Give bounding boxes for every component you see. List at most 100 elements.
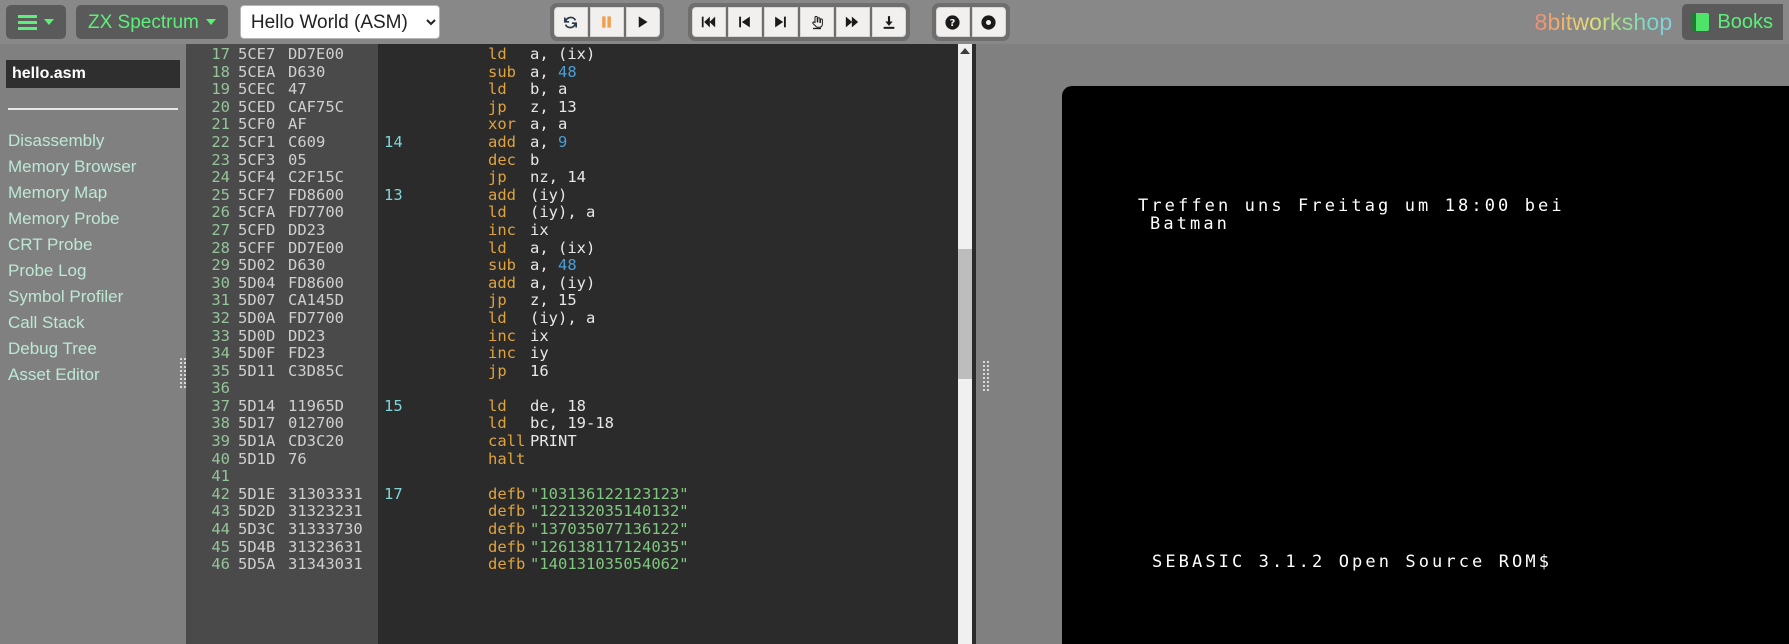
code-operands: b, a (530, 80, 568, 99)
code-line[interactable]: 39 5D1A CD3C20 call PRINT (196, 432, 689, 451)
code-line[interactable]: 27 5CFD DD23 inc ix (196, 220, 689, 240)
code-line[interactable]: 23 5CF3 05 dec b (196, 151, 689, 170)
code-line[interactable]: 33 5D0D DD23 inc ix (196, 327, 689, 346)
grip-dot (983, 377, 985, 379)
code-line[interactable]: 29 5D02 D630 sub a, 48 (196, 256, 689, 275)
code-line[interactable]: 35 5D11 C3D85C jp 16 (196, 361, 689, 381)
code-bytes: C3D85C (288, 361, 344, 380)
code-operands (522, 451, 530, 469)
code-operands: PRINT (530, 432, 577, 451)
scroll-up-arrow-icon[interactable] (960, 48, 970, 54)
code-line[interactable]: 24 5CF4 C2F15C jp nz, 14 (196, 169, 689, 187)
code-line-number: 35 (211, 361, 230, 380)
code-bytes: 47 (288, 80, 307, 99)
editor-scrollbar[interactable] (958, 44, 972, 644)
sidebar-item-memory-browser[interactable]: Memory Browser (4, 154, 182, 180)
code-address: 5D4B (238, 537, 276, 556)
emulator-text-line-3: SEBASIC 3.1.2 Open Source ROM$ (1152, 552, 1553, 572)
sidebar-item-symbol-profiler[interactable]: Symbol Profiler (4, 284, 182, 310)
code-line[interactable]: 44 5D3C 31333730 defb "137035077136122" (196, 520, 688, 539)
main-menu-button[interactable] (6, 5, 66, 39)
code-line[interactable]: 46 5D5A 31343031 defb "140131035054062" (196, 555, 688, 574)
grip-dot (987, 385, 989, 387)
download-button[interactable] (871, 7, 906, 37)
code-line[interactable]: 40 5D1D 76 halt (196, 450, 689, 469)
code-line[interactable]: 38 5D17 012700 ld bc, 19-18 (196, 415, 689, 433)
code-operands (522, 468, 530, 486)
code-line[interactable]: 31 5D07 CA145D jp z, 15 (196, 292, 689, 310)
grip-dot (184, 370, 186, 372)
code-line[interactable]: 26 5CFA FD7700 ld (iy), a (196, 204, 689, 222)
code-label: 14 (384, 132, 403, 151)
code-operands: iy (530, 344, 549, 363)
sidebar-item-memory-map[interactable]: Memory Map (4, 180, 182, 206)
code-label (376, 275, 480, 293)
code-line[interactable]: 22 5CF1 C609 14 add a, 9 (196, 132, 689, 152)
books-button[interactable]: Books (1682, 4, 1783, 40)
code-line[interactable]: 21 5CF0 AF xor a, a (196, 116, 689, 134)
code-address: 5CFD (238, 220, 276, 239)
sidebar-item-debug-tree[interactable]: Debug Tree (4, 336, 182, 362)
step-backwards-button[interactable] (691, 7, 726, 37)
code-line[interactable]: 37 5D14 11965D 15 ld de, 18 (196, 396, 689, 416)
center-splitter-grip[interactable] (981, 358, 993, 394)
code-line[interactable]: 41 (196, 468, 689, 486)
code-bytes: 31333730 (288, 520, 363, 539)
pause-button[interactable] (589, 7, 624, 37)
play-button[interactable] (625, 7, 660, 37)
sidebar-item-asset-editor[interactable]: Asset Editor (4, 362, 182, 388)
code-operands: de, 18 (530, 396, 586, 415)
code-line-number: 20 (211, 97, 230, 116)
code-line[interactable]: 28 5CFF DD7E00 ld a, (ix) (196, 238, 689, 258)
code-line[interactable]: 43 5D2D 31323231 defb "122132035140132" (196, 502, 689, 521)
file-select[interactable]: Hello World (ASM) (239, 5, 440, 39)
single-step-button[interactable] (799, 7, 834, 37)
code-label (376, 556, 480, 574)
code-label (376, 116, 480, 134)
code-address: 5CFF (238, 238, 276, 257)
record-button[interactable] (971, 7, 1006, 37)
code-line[interactable]: 32 5D0A FD7700 ld (iy), a (196, 308, 689, 328)
code-label (376, 468, 480, 486)
editor-left-resize-handle[interactable] (186, 44, 196, 644)
fast-forward-button[interactable] (835, 7, 870, 37)
code-line[interactable]: 25 5CF7 FD8600 13 add (iy) (196, 186, 689, 205)
code-editor[interactable]: 17 5CE7 DD7E00 ld a, (ix) 18 5CEA D630 sub a, 48 1… (186, 44, 976, 644)
grip-dot (987, 365, 989, 367)
emulator-screen[interactable]: Treffen uns Freitag um 18:00 bei Batman … (1062, 86, 1789, 644)
step-forward-button[interactable] (763, 7, 798, 37)
current-file-label[interactable]: hello.asm (6, 60, 180, 88)
code-mnemonic: defb (488, 502, 526, 521)
code-address: 5CEA (238, 62, 276, 81)
code-line-number: 36 (211, 379, 230, 398)
fast-forward-icon (846, 16, 859, 28)
code-line[interactable]: 30 5D04 FD8600 add a, (iy) (196, 274, 689, 293)
code-line[interactable]: 34 5D0F FD23 inc iy (196, 344, 689, 363)
code-line-number: 24 (211, 168, 230, 187)
step-back-button[interactable] (727, 7, 762, 37)
code-label (376, 169, 480, 187)
platform-select-button[interactable]: ZX Spectrum (76, 5, 228, 39)
sidebar-item-call-stack[interactable]: Call Stack (4, 310, 182, 336)
code-bytes: FD7700 (288, 308, 344, 327)
brand-area: 8bitworkshop Books (1534, 4, 1783, 40)
sidebar-item-disassembly[interactable]: Disassembly (4, 128, 182, 154)
code-line[interactable]: 18 5CEA D630 sub a, 48 (196, 62, 689, 82)
code-label (376, 257, 480, 275)
editor-scrollbar-thumb[interactable] (958, 249, 972, 379)
sidebar-item-crt-probe[interactable]: CRT Probe (4, 232, 182, 258)
code-line[interactable]: 20 5CED CAF75C jp z, 13 (196, 97, 689, 117)
sidebar-item-probe-log[interactable]: Probe Log (4, 258, 182, 284)
reset-button[interactable] (553, 7, 588, 37)
code-bytes: CAF75C (288, 97, 344, 116)
code-operands: "122132035140132" (530, 502, 689, 521)
code-line[interactable]: 17 5CE7 DD7E00 ld a, (ix) (196, 45, 689, 64)
code-line[interactable]: 19 5CEC 47 ld b, a (196, 81, 689, 99)
help-button[interactable]: ? (935, 7, 970, 37)
code-line[interactable]: 36 (196, 380, 689, 398)
sidebar-item-memory-probe[interactable]: Memory Probe (4, 206, 182, 232)
center-splitter[interactable] (976, 44, 996, 644)
left-splitter-grip[interactable] (178, 355, 190, 391)
code-line[interactable]: 42 5D1E 31303331 17 defb "103136122123123" (196, 485, 688, 504)
code-line[interactable]: 45 5D4B 31323631 defb "126138117124035" (196, 537, 688, 557)
